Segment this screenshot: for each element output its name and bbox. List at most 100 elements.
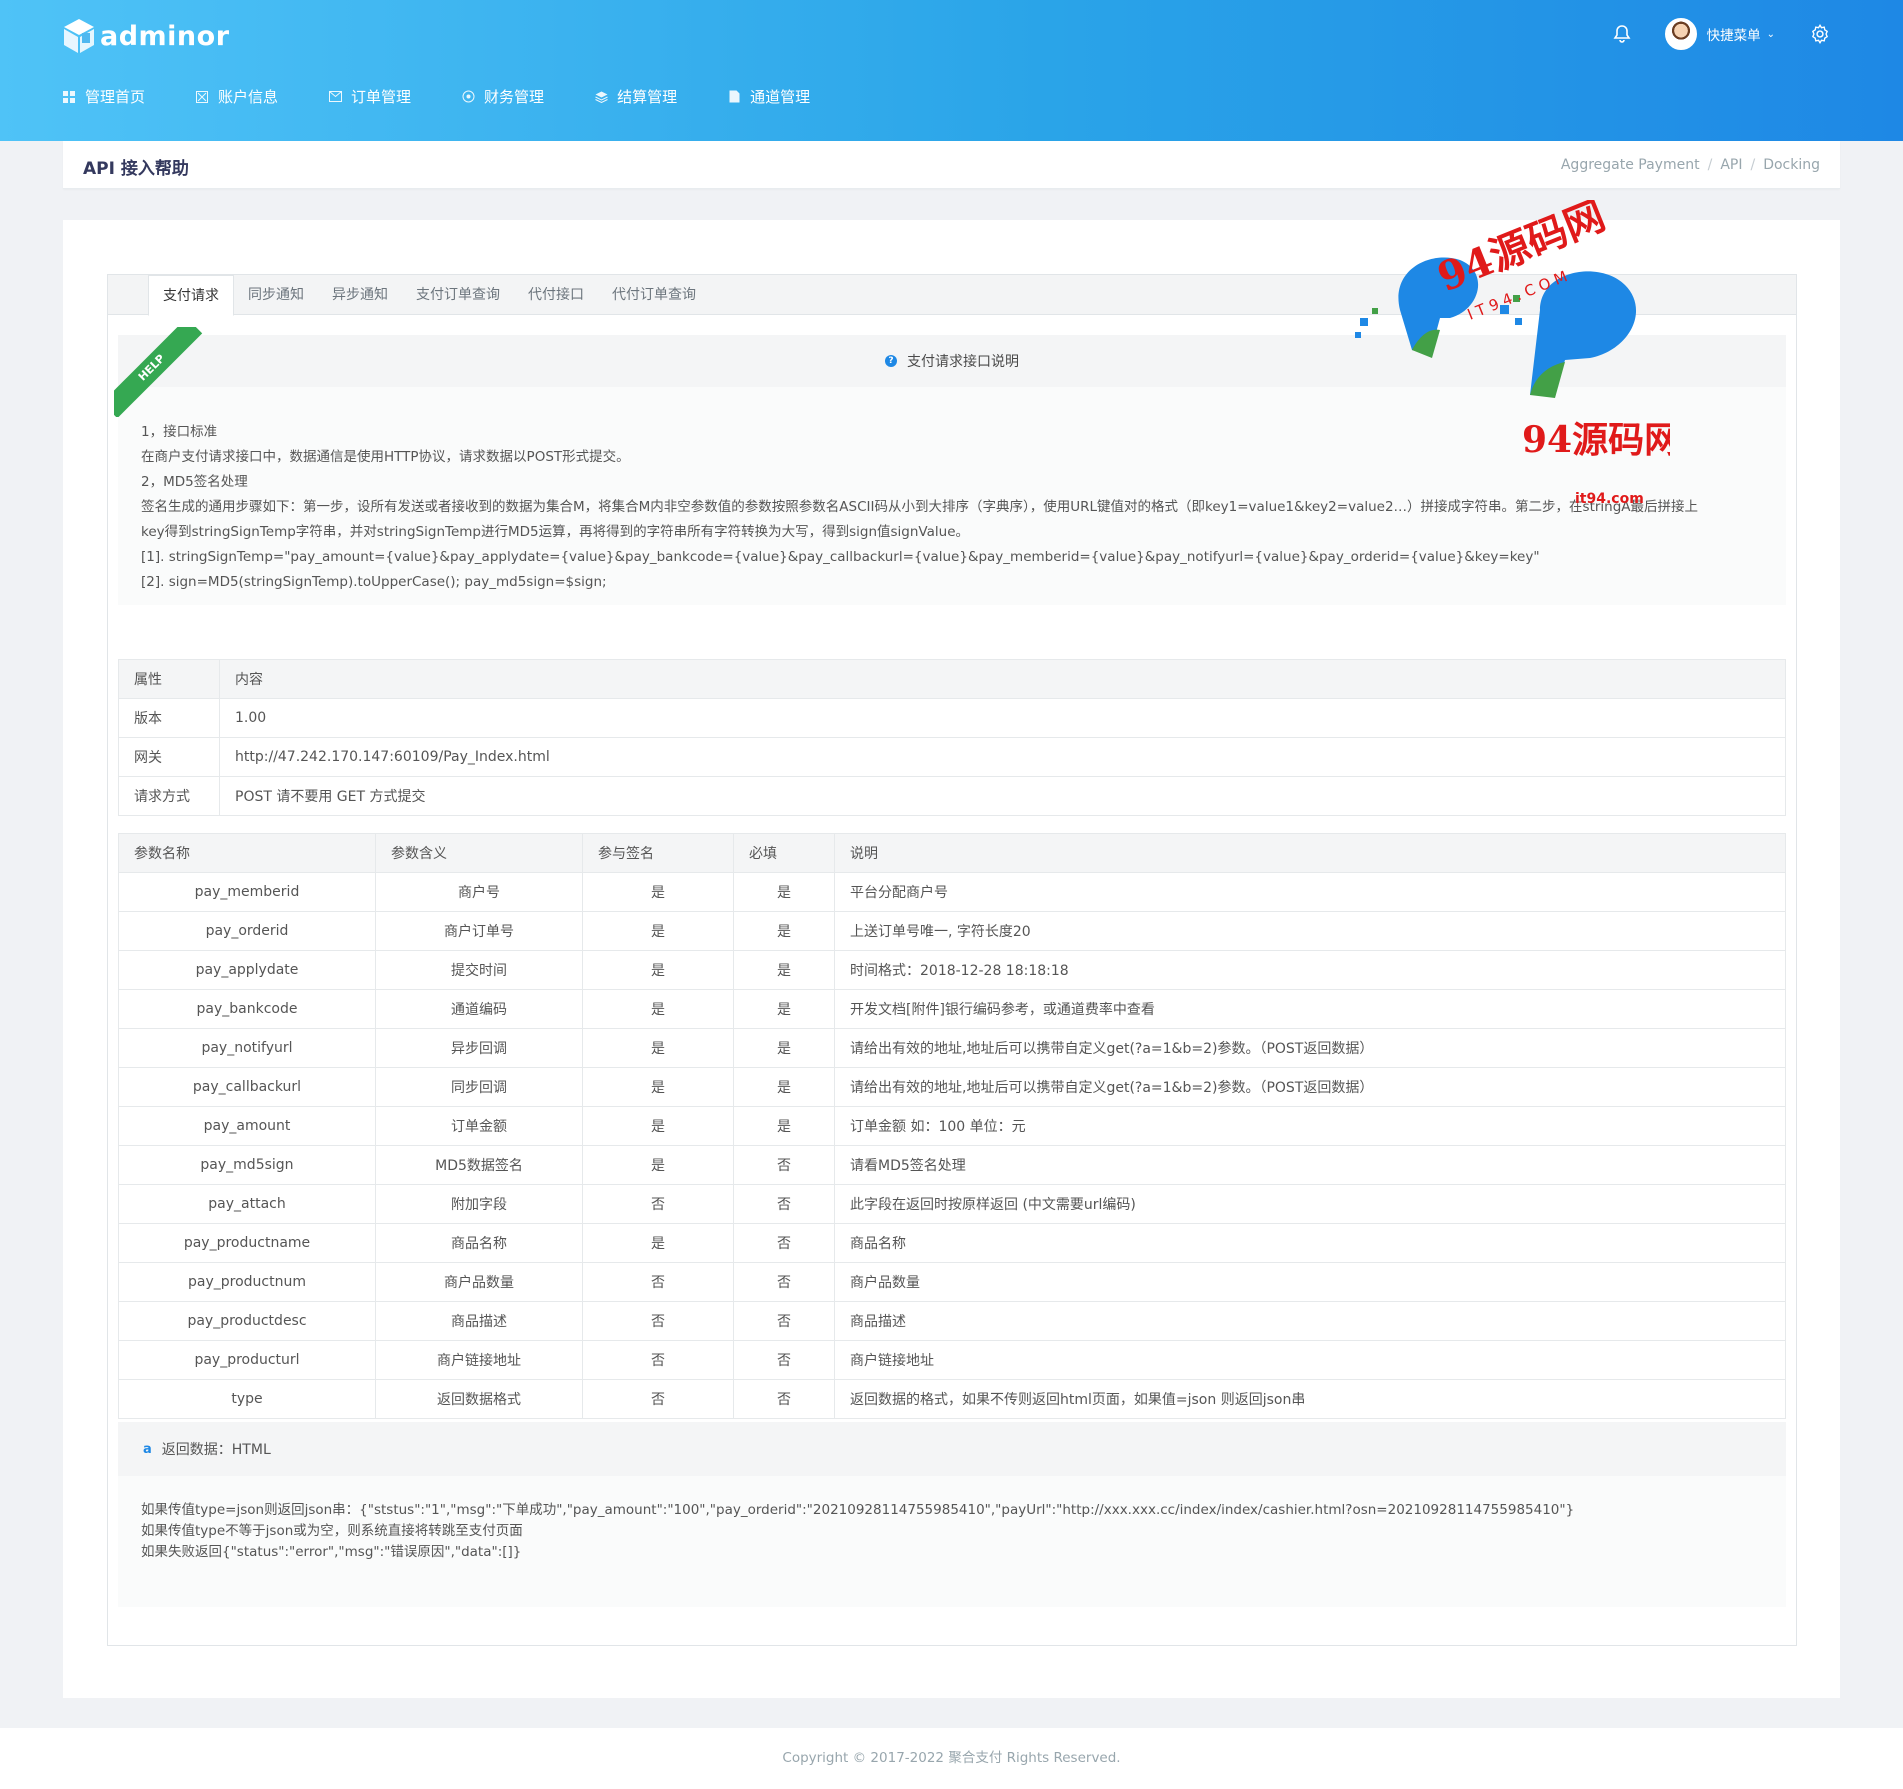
table-cell: 返回数据格式 [375, 1379, 583, 1419]
param-desc-cell: 开发文档[附件]银行编码参考，或通道费率中查看 [834, 989, 1786, 1029]
table-row: pay_amount 订单金额是是订单金额 如：100 单位：元 [118, 1106, 1786, 1146]
table-cell: 是 [733, 872, 835, 912]
table-row: 版本 1.00 [118, 698, 1786, 738]
param-desc-cell: 请给出有效的地址,地址后可以携带自定义get(?a=1&b=2)参数。（POST… [834, 1028, 1786, 1068]
nav-item-dashboard[interactable]: 管理首页 [62, 86, 145, 107]
table-cell: 否 [582, 1379, 734, 1419]
tab-pay-request[interactable]: 支付请求 [148, 275, 234, 316]
return-data-heading: a 返回数据：HTML [118, 1422, 1786, 1476]
table-cell: 否 [733, 1262, 835, 1302]
page-title: API 接入帮助 [83, 159, 189, 179]
table-cell: 版本 [118, 698, 220, 738]
breadcrumb-item[interactable]: Aggregate Payment [1561, 157, 1700, 173]
return-line: 如果传值type不等于json或为空，则系统直接将转跳至支付页面 [141, 1523, 523, 1539]
table-cell: 提交时间 [375, 950, 583, 990]
nav-label: 订单管理 [351, 88, 412, 106]
param-desc-cell: 返回数据的格式，如果不传则返回html页面，如果值=json 则返回json串 [834, 1379, 1786, 1419]
param-desc-cell: 商户品数量 [834, 1262, 1786, 1302]
nav-label: 账户信息 [218, 88, 279, 106]
notes-heading: ? 支付请求接口说明 [118, 335, 1786, 387]
param-table: 参数名称 参数含义 参与签名 必填 说明 pay_memberid 商户号是是平台… [118, 833, 1786, 1419]
table-cell: 否 [733, 1145, 835, 1185]
table-header-row: 参数名称 参数含义 参与签名 必填 说明 [118, 833, 1786, 873]
question-circle-icon: ? [885, 355, 897, 367]
column-header: 参数名称 [118, 833, 376, 873]
document-icon [727, 90, 741, 104]
breadcrumb-item[interactable]: API [1720, 157, 1742, 173]
table-row: pay_producturl 商户链接地址否否商户链接地址 [118, 1340, 1786, 1380]
page-header-bar: API 接入帮助 Aggregate Payment / API / Docki… [63, 141, 1840, 189]
table-cell: 是 [582, 1223, 734, 1263]
tab-order-query[interactable]: 支付订单查询 [402, 275, 514, 315]
table-cell: 是 [733, 1106, 835, 1146]
user-avatar[interactable] [1664, 18, 1697, 50]
notes-line: 在商户支付请求接口中，数据通信是使用HTTP协议，请求数据以POST形式提交。 [141, 449, 630, 465]
table-row: 网关 http://47.242.170.147:60109/Pay_Index… [118, 737, 1786, 777]
notes-heading-text: 支付请求接口说明 [907, 354, 1019, 370]
tab-payout-query[interactable]: 代付订单查询 [598, 275, 710, 315]
table-cell: POST 请不要用 GET 方式提交 [219, 776, 1786, 816]
table-cell: 异步回调 [375, 1028, 583, 1068]
notes-line: 1，接口标准 [141, 424, 218, 440]
nav-item-channels[interactable]: 通道管理 [727, 86, 810, 107]
table-cell: 否 [582, 1340, 734, 1380]
notes-line: 签名生成的通用步骤如下：第一步，设所有发送或者接收到的数据为集合M，将集合M内非… [141, 499, 1699, 515]
table-cell: 是 [582, 989, 734, 1029]
brand-logo[interactable]: adminor [62, 16, 230, 56]
account-icon [195, 90, 209, 104]
param-desc-cell: 商品描述 [834, 1301, 1786, 1341]
table-row: pay_notifyurl 异步回调是是请给出有效的地址,地址后可以携带自定义ge… [118, 1028, 1786, 1068]
gateway-url: http://47.242.170.147:60109/Pay_Index.ht… [219, 737, 1786, 777]
nav-item-orders[interactable]: 订单管理 [328, 86, 411, 107]
footer: Copyright © 2017-2022 聚合支付 Rights Reserv… [0, 1728, 1903, 1789]
table-cell: 是 [582, 1067, 734, 1107]
table-cell: 否 [733, 1223, 835, 1263]
table-cell: 通道编码 [375, 989, 583, 1029]
return-data-body: 如果传值type=json则返回json串：{"ststus":"1","msg… [141, 1500, 1574, 1563]
nav-item-settlement[interactable]: 结算管理 [594, 86, 677, 107]
table-cell: 是 [733, 1067, 835, 1107]
table-cell: 附加字段 [375, 1184, 583, 1224]
tab-sync-notify[interactable]: 同步通知 [234, 275, 318, 315]
table-cell: 同步回调 [375, 1067, 583, 1107]
table-cell: 请求方式 [118, 776, 220, 816]
tab-payout-api[interactable]: 代付接口 [514, 275, 598, 315]
interface-notes-box: ? 支付请求接口说明 HELP 1，接口标准 在商户支付请求接口中，数据通信是使… [114, 327, 1786, 605]
table-row: pay_orderid 商户订单号是是上送订单号唯一, 字符长度20 [118, 911, 1786, 951]
column-header: 属性 [118, 659, 220, 699]
breadcrumb-separator: / [1707, 157, 1713, 173]
table-header-row: 属性 内容 [118, 659, 1786, 699]
param-name-cell: pay_bankcode [118, 989, 376, 1029]
help-ribbon: HELP [114, 327, 204, 417]
param-desc-cell: 请给出有效的地址,地址后可以携带自定义get(?a=1&b=2)参数。（POST… [834, 1067, 1786, 1107]
table-cell: 商品描述 [375, 1301, 583, 1341]
settings-gear-icon[interactable] [1807, 21, 1833, 47]
tab-async-notify[interactable]: 异步通知 [318, 275, 402, 315]
column-header: 参与签名 [582, 833, 734, 873]
chevron-down-icon: ⌄ [1766, 28, 1775, 40]
table-cell: 是 [582, 872, 734, 912]
nav-item-finance[interactable]: 财务管理 [461, 86, 544, 107]
nav-item-account[interactable]: 账户信息 [195, 86, 278, 107]
param-name-cell: pay_producturl [118, 1340, 376, 1380]
param-desc-cell: 商户链接地址 [834, 1340, 1786, 1380]
amazon-icon: a [143, 1441, 152, 1457]
table-cell: 商户链接地址 [375, 1340, 583, 1380]
param-name-cell: pay_callbackurl [118, 1067, 376, 1107]
help-ribbon-label: HELP [114, 327, 203, 417]
table-row: pay_productname 商品名称是否商品名称 [118, 1223, 1786, 1263]
table-row: pay_productdesc 商品描述否否商品描述 [118, 1301, 1786, 1341]
table-cell: 订单金额 [375, 1106, 583, 1146]
param-desc-cell: 请看MD5签名处理 [834, 1145, 1786, 1185]
table-cell: 商户订单号 [375, 911, 583, 951]
table-row: pay_applydate 提交时间是是时间格式：2018-12-28 18:18… [118, 950, 1786, 990]
notification-bell-icon[interactable] [1607, 19, 1637, 49]
quick-menu-dropdown[interactable]: 快捷菜单 ⌄ [1707, 24, 1775, 44]
param-desc-cell: 此字段在返回时按原样返回 (中文需要url编码) [834, 1184, 1786, 1224]
param-name-cell: pay_orderid [118, 911, 376, 951]
column-header: 必填 [733, 833, 835, 873]
table-cell: 是 [733, 950, 835, 990]
param-name-cell: pay_md5sign [118, 1145, 376, 1185]
table-cell: 1.00 [219, 698, 1786, 738]
nav-label: 通道管理 [750, 88, 811, 106]
